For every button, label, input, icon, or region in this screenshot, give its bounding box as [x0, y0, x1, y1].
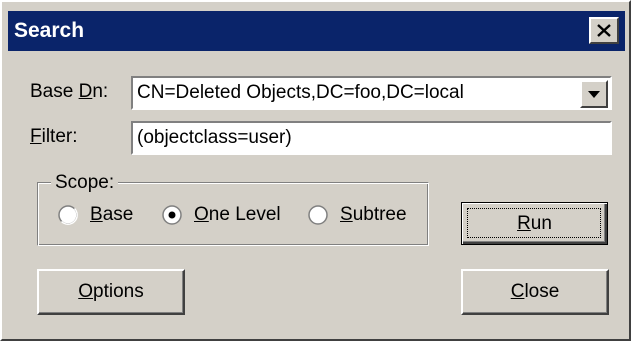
- run-button[interactable]: Run: [461, 202, 608, 245]
- scope-radio-one-level[interactable]: [162, 205, 182, 225]
- options-button[interactable]: Options: [37, 269, 185, 315]
- close-button[interactable]: Close: [461, 269, 609, 315]
- radio-circle-icon: [308, 205, 328, 225]
- dialog-title: Search: [14, 19, 85, 42]
- filter-value: (objectclass=user): [137, 127, 292, 148]
- search-dialog: Search Base Dn: CN=Deleted Objects,DC=fo…: [0, 0, 631, 341]
- radio-selected-icon: [162, 205, 182, 225]
- base-dn-dropdown-button[interactable]: [580, 80, 608, 108]
- title-close-button[interactable]: [589, 17, 619, 44]
- close-icon: [597, 24, 611, 37]
- base-dn-label: Base Dn:: [30, 81, 109, 102]
- base-dn-combobox[interactable]: CN=Deleted Objects,DC=foo,DC=local: [131, 76, 612, 110]
- scope-radio-subtree-label[interactable]: Subtree: [340, 203, 426, 227]
- base-dn-value: CN=Deleted Objects,DC=foo,DC=local: [137, 82, 464, 103]
- scope-radio-base[interactable]: [58, 205, 78, 225]
- scope-radio-one-level-label[interactable]: One Level: [194, 203, 281, 227]
- scope-radio-base-label[interactable]: Base: [90, 203, 133, 227]
- focus-rectangle: [467, 208, 601, 238]
- filter-input[interactable]: (objectclass=user): [131, 121, 612, 155]
- title-bar[interactable]: Search: [8, 11, 625, 51]
- scope-radio-subtree[interactable]: [308, 205, 328, 225]
- filter-label: Filter:: [30, 126, 78, 147]
- scope-label: Scope:: [51, 172, 119, 194]
- chevron-down-icon: [588, 90, 600, 98]
- options-button-label: Options: [78, 281, 144, 302]
- close-button-label: Close: [510, 281, 560, 302]
- radio-circle-icon: [58, 205, 78, 225]
